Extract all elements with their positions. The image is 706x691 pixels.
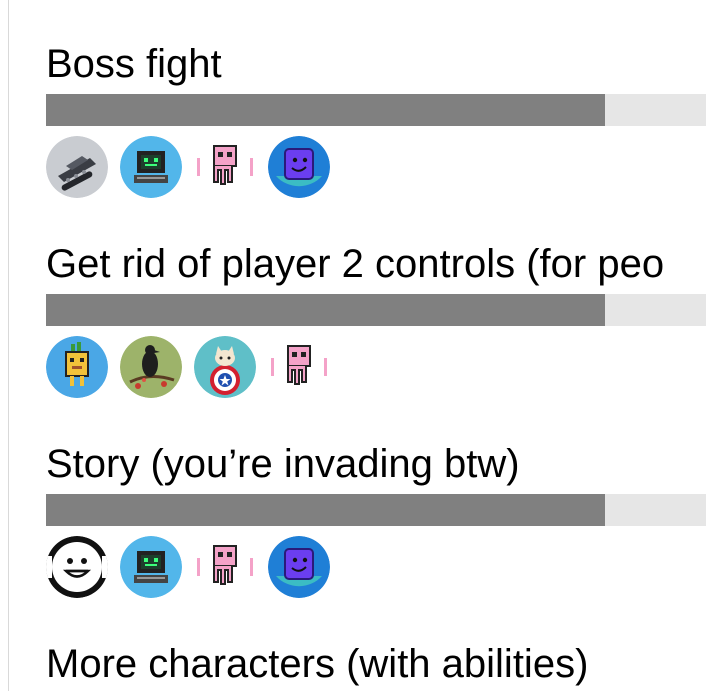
avatar-pink-octopus[interactable] (194, 536, 256, 598)
poll-item-boss-fight: Boss fight (46, 40, 706, 198)
avatar-smiley[interactable] (46, 536, 108, 598)
avatar-pink-octopus[interactable] (194, 136, 256, 198)
avatar-pink-octopus[interactable] (268, 336, 330, 398)
avatar-cat-shield[interactable] (194, 336, 256, 398)
left-divider (8, 0, 9, 691)
avatar-pixel-pineapple[interactable] (46, 336, 108, 398)
poll-item-story: Story (you’re invading btw) (46, 440, 706, 598)
poll-item-title: Get rid of player 2 controls (for peo (46, 242, 665, 286)
avatar-tank[interactable] (46, 136, 108, 198)
voter-avatars (46, 336, 330, 398)
vote-progress-bar (46, 294, 706, 326)
avatar-computer[interactable] (120, 136, 182, 198)
vote-progress-bar (46, 494, 706, 526)
vote-progress-fill (46, 294, 606, 326)
poll-item-title: Boss fight (46, 42, 222, 86)
avatar-purple-smile[interactable] (268, 136, 330, 198)
voter-avatars (46, 536, 330, 598)
avatar-bird[interactable] (120, 336, 182, 398)
avatar-purple-smile[interactable] (268, 536, 330, 598)
vote-progress-bar (46, 94, 706, 126)
vote-progress-fill (46, 494, 606, 526)
avatar-computer[interactable] (120, 536, 182, 598)
poll-item-title: More characters (with abilities) (46, 642, 589, 686)
voter-avatars (46, 136, 330, 198)
vote-progress-fill (46, 94, 606, 126)
poll-item-title: Story (you’re invading btw) (46, 442, 520, 486)
poll-item-more-characters: More characters (with abilities) (46, 640, 706, 688)
poll-item-player-2-controls: Get rid of player 2 controls (for peo (46, 240, 706, 398)
